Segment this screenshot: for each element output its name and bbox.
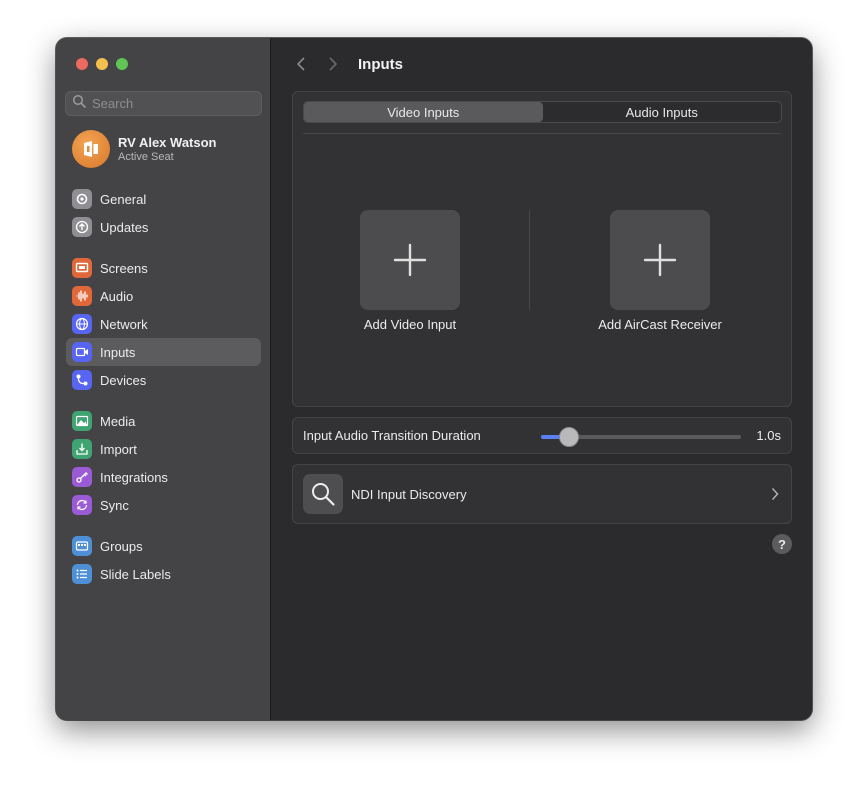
add-video-input-tile: Add Video Input (310, 210, 510, 332)
sidebar-item-general[interactable]: General (66, 185, 261, 213)
tab-audio-inputs[interactable]: Audio Inputs (543, 102, 782, 122)
account-name: RV Alex Watson (118, 135, 217, 150)
forward-button[interactable] (322, 53, 344, 75)
divider (303, 133, 781, 134)
sidebar-item-screens[interactable]: Screens (66, 254, 261, 282)
sidebar-nav: General Updates Screens Audio Network In… (66, 185, 261, 601)
sync-icon (72, 495, 92, 515)
transition-duration-label: Input Audio Transition Duration (303, 428, 481, 443)
search-icon (72, 94, 86, 113)
sidebar-item-label: Groups (100, 538, 143, 554)
magnifying-glass-icon (303, 474, 343, 514)
gear-icon (72, 189, 92, 209)
minimize-window-button[interactable] (96, 58, 108, 70)
nav-group-content: Media Import Integrations Sync (66, 407, 261, 519)
main-content: Inputs Video Inputs Audio Inputs Add Vid… (272, 38, 812, 720)
zoom-window-button[interactable] (116, 58, 128, 70)
sidebar-item-audio[interactable]: Audio (66, 282, 261, 310)
media-icon (72, 411, 92, 431)
chevron-left-icon (296, 57, 305, 71)
sidebar-item-label: Updates (100, 219, 149, 235)
propresenter-logo-icon (84, 141, 98, 157)
close-window-button[interactable] (76, 58, 88, 70)
page-title: Inputs (358, 55, 403, 73)
screens-icon (72, 258, 92, 278)
update-arrow-icon (72, 217, 92, 237)
sidebar-item-sync[interactable]: Sync (66, 491, 261, 519)
sidebar-item-groups[interactable]: Groups (66, 532, 261, 560)
transition-duration-slider[interactable] (541, 427, 741, 447)
sidebar-item-label: Import (100, 441, 137, 457)
sidebar-item-label: Media (100, 413, 136, 429)
help-button[interactable]: ? (772, 534, 792, 554)
titlebar: Inputs (290, 52, 403, 76)
sidebar-item-media[interactable]: Media (66, 407, 261, 435)
import-icon (72, 439, 92, 459)
search-field[interactable] (65, 91, 262, 116)
add-aircast-receiver-button[interactable] (610, 210, 710, 310)
sidebar-item-label: Sync (100, 497, 129, 513)
sidebar-item-label: Devices (100, 372, 147, 388)
sidebar-item-label: Audio (100, 288, 134, 304)
nav-group-output: Screens Audio Network Inputs Devices (66, 254, 261, 394)
nav-group-system: General Updates (66, 185, 261, 241)
chevron-right-icon (771, 487, 779, 506)
slider-thumb[interactable] (559, 427, 579, 447)
globe-icon (72, 314, 92, 334)
add-video-input-label: Add Video Input (363, 317, 457, 332)
add-aircast-receiver-tile: Add AirCast Receiver (560, 210, 760, 332)
chevron-right-icon (329, 57, 338, 71)
sidebar-item-label: General (100, 191, 147, 207)
transition-duration-value: 1.0s (756, 428, 781, 443)
back-button[interactable] (290, 53, 312, 75)
inputs-panel: Video Inputs Audio Inputs Add Video Inpu… (292, 91, 792, 407)
sidebar-item-label: Network (100, 316, 148, 332)
traffic-lights (76, 58, 128, 70)
sidebar-item-label: Screens (100, 260, 148, 276)
add-video-input-button[interactable] (360, 210, 460, 310)
groups-icon (72, 536, 92, 556)
sidebar-item-label: Inputs (100, 344, 136, 360)
settings-window: RV Alex Watson Active Seat General Updat… (56, 38, 812, 720)
sidebar-item-updates[interactable]: Updates (66, 213, 261, 241)
sidebar-item-devices[interactable]: Devices (66, 366, 261, 394)
ndi-input-discovery-label: NDI Input Discovery (351, 486, 467, 502)
audio-transition-row: Input Audio Transition Duration 1.0s (292, 417, 792, 454)
video-input-icon (72, 342, 92, 362)
plus-icon (643, 243, 677, 277)
sidebar-item-import[interactable]: Import (66, 435, 261, 463)
integrations-icon (72, 467, 92, 487)
plus-icon (393, 243, 427, 277)
sidebar-item-inputs[interactable]: Inputs (66, 338, 261, 366)
add-aircast-receiver-label: Add AirCast Receiver (598, 317, 722, 332)
vertical-divider (529, 210, 530, 310)
slide-labels-icon (72, 564, 92, 584)
sidebar-item-label: Slide Labels (100, 566, 171, 582)
devices-icon (72, 370, 92, 390)
sidebar-item-integrations[interactable]: Integrations (66, 463, 261, 491)
search-input[interactable] (92, 96, 252, 111)
input-type-segmented-control: Video Inputs Audio Inputs (303, 101, 782, 123)
tab-video-inputs[interactable]: Video Inputs (304, 102, 543, 122)
nav-group-organize: Groups Slide Labels (66, 532, 261, 588)
sidebar-item-label: Integrations (100, 469, 168, 485)
sidebar-item-network[interactable]: Network (66, 310, 261, 338)
sidebar-item-slide-labels[interactable]: Slide Labels (66, 560, 261, 588)
account-subtitle: Active Seat (118, 151, 174, 163)
avatar (72, 130, 110, 168)
ndi-input-discovery-row[interactable]: NDI Input Discovery (292, 464, 792, 524)
waveform-icon (72, 286, 92, 306)
account-card[interactable]: RV Alex Watson Active Seat (72, 130, 216, 168)
sidebar: RV Alex Watson Active Seat General Updat… (56, 38, 271, 720)
